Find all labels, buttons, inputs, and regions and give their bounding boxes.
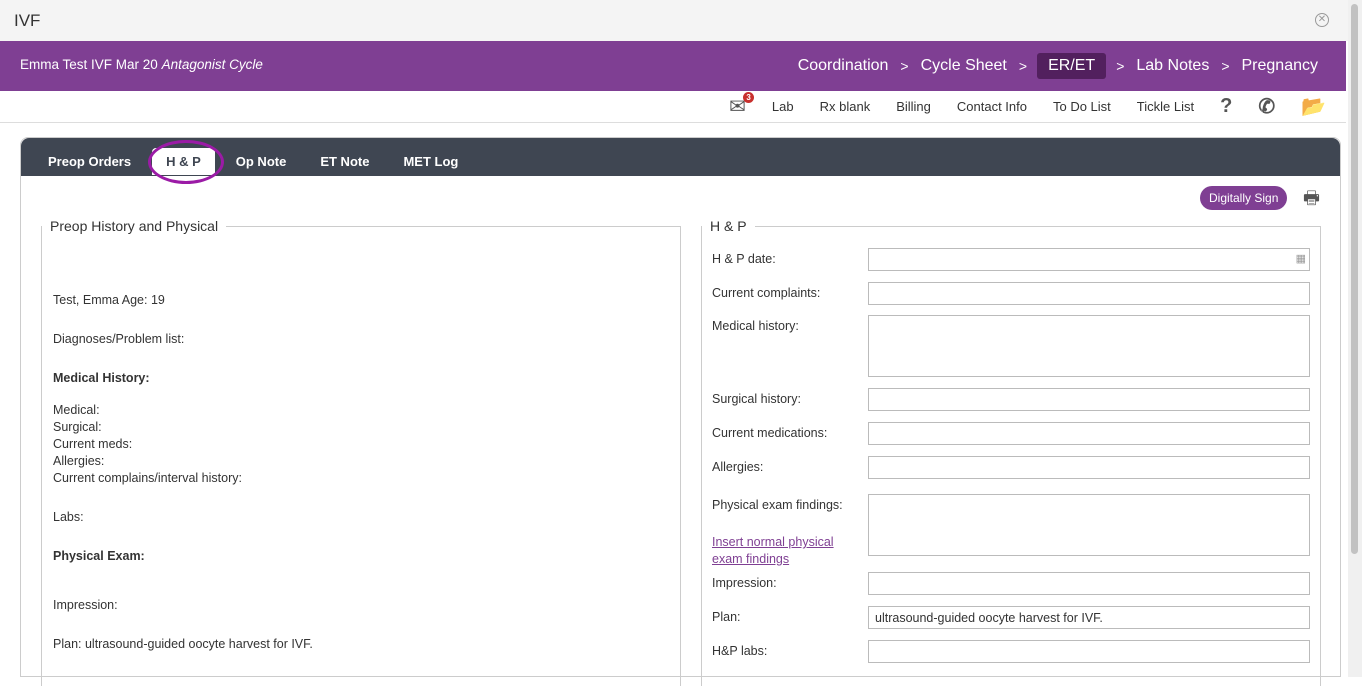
diagnoses-label: Diagnoses/Problem list: — [53, 332, 185, 346]
patient-name: Emma Test IVF Mar 20 — [20, 57, 158, 72]
window-title: IVF — [14, 11, 41, 30]
toolbar-rx-blank[interactable]: Rx blank — [820, 99, 871, 114]
impression-input[interactable] — [868, 572, 1310, 595]
surgical-line: Surgical: — [53, 420, 102, 434]
labs-line: Labs: — [53, 510, 84, 524]
close-icon[interactable]: ✕ — [1315, 13, 1329, 27]
insert-normal-exam-link[interactable]: Insert normal physical exam findings — [712, 534, 852, 568]
print-icon[interactable]: 🖶 — [1303, 186, 1320, 216]
hp-date-input[interactable] — [868, 248, 1310, 271]
h-and-p-legend: H & P — [702, 218, 755, 234]
physical-exam-textarea[interactable] — [868, 494, 1310, 556]
field-label: Medical history: — [712, 319, 799, 333]
cycle-type: Antagonist Cycle — [161, 57, 263, 72]
mail-icon[interactable]: ✉ 3 — [729, 91, 755, 117]
hp-labs-input[interactable] — [868, 640, 1310, 663]
plan-line: Plan: ultrasound-guided oocyte harvest f… — [53, 637, 313, 651]
field-label: Current complaints: — [712, 286, 821, 300]
crumb-er-et[interactable]: ER/ET — [1037, 53, 1107, 79]
toolbar-lab[interactable]: Lab — [772, 99, 794, 114]
medical-history-textarea[interactable] — [868, 315, 1310, 377]
tab-bar: Preop Orders H & P Op Note ET Note MET L… — [21, 138, 1340, 184]
physical-exam-heading: Physical Exam: — [53, 549, 145, 563]
crumb-separator: > — [1116, 58, 1125, 74]
medical-line: Medical: — [53, 403, 100, 417]
field-label: Surgical history: — [712, 392, 801, 406]
patient-header: Emma Test IVF Mar 20 Antagonist Cycle Co… — [0, 41, 1346, 91]
preop-summary: Preop History and Physical Test, Emma Ag… — [41, 218, 681, 686]
impression-line: Impression: — [53, 598, 118, 612]
plan-input[interactable]: ultrasound-guided oocyte harvest for IVF… — [868, 606, 1310, 629]
tab-op-note[interactable]: Op Note — [223, 148, 300, 175]
field-label: H & P date: — [712, 252, 776, 266]
crumb-cycle-sheet[interactable]: Cycle Sheet — [919, 57, 1009, 75]
field-label: H&P labs: — [712, 644, 768, 658]
crumb-separator: > — [900, 58, 909, 74]
patient-age: Test, Emma Age: 19 — [53, 293, 165, 307]
window-titlebar: IVF ✕ — [0, 0, 1362, 41]
tab-met-log[interactable]: MET Log — [390, 148, 471, 175]
toolbar-tickle-list[interactable]: Tickle List — [1137, 99, 1194, 114]
h-and-p-form: H & P H & P date: ▦ Current complaints: M… — [701, 218, 1321, 686]
interval-history-line: Current complains/interval history: — [53, 471, 242, 485]
allergies-input[interactable] — [868, 456, 1310, 479]
folder-open-icon[interactable]: 📂 — [1301, 94, 1326, 119]
crumb-pregnancy[interactable]: Pregnancy — [1240, 57, 1321, 75]
allergies-line: Allergies: — [53, 454, 105, 468]
tab-et-note[interactable]: ET Note — [307, 148, 382, 175]
current-complaints-input[interactable] — [868, 282, 1310, 305]
field-label: Plan: — [712, 610, 741, 624]
field-label: Allergies: — [712, 460, 764, 474]
field-label: Current medications: — [712, 426, 828, 440]
mail-count-badge: 3 — [743, 91, 755, 103]
crumb-separator: > — [1018, 58, 1028, 74]
current-meds-line: Current meds: — [53, 437, 133, 451]
help-icon[interactable]: ? — [1220, 95, 1232, 118]
current-medications-input[interactable] — [868, 422, 1310, 445]
crumb-lab-notes[interactable]: Lab Notes — [1134, 57, 1211, 75]
scrollbar[interactable] — [1348, 0, 1362, 677]
preop-legend: Preop History and Physical — [42, 218, 227, 234]
calendar-icon[interactable]: ▦ — [1296, 252, 1306, 265]
toolbar-contact-info[interactable]: Contact Info — [957, 99, 1027, 114]
digitally-sign-button[interactable]: Digitally Sign — [1200, 186, 1288, 210]
scrollbar-thumb[interactable] — [1351, 4, 1358, 554]
breadcrumb: Coordination > Cycle Sheet > ER/ET > Lab… — [796, 53, 1320, 79]
crumb-coordination[interactable]: Coordination — [796, 57, 891, 75]
toolbar-to-do-list[interactable]: To Do List — [1053, 99, 1111, 114]
field-label: Physical exam findings: — [712, 498, 843, 512]
content-panel: Preop Orders H & P Op Note ET Note MET L… — [20, 137, 1341, 686]
crumb-separator: > — [1221, 58, 1230, 74]
medical-history-heading: Medical History: — [53, 371, 150, 385]
phone-icon[interactable]: ✆ — [1258, 94, 1275, 119]
surgical-history-input[interactable] — [868, 388, 1310, 411]
field-label: Impression: — [712, 576, 777, 590]
tab-preop-orders[interactable]: Preop Orders — [35, 148, 144, 175]
tab-h-and-p[interactable]: H & P — [148, 139, 224, 184]
patient-title: Emma Test IVF Mar 20 Antagonist Cycle — [20, 57, 263, 72]
toolbar: ✉ 3 Lab Rx blank Billing Contact Info To … — [0, 91, 1346, 123]
toolbar-billing[interactable]: Billing — [896, 99, 931, 114]
